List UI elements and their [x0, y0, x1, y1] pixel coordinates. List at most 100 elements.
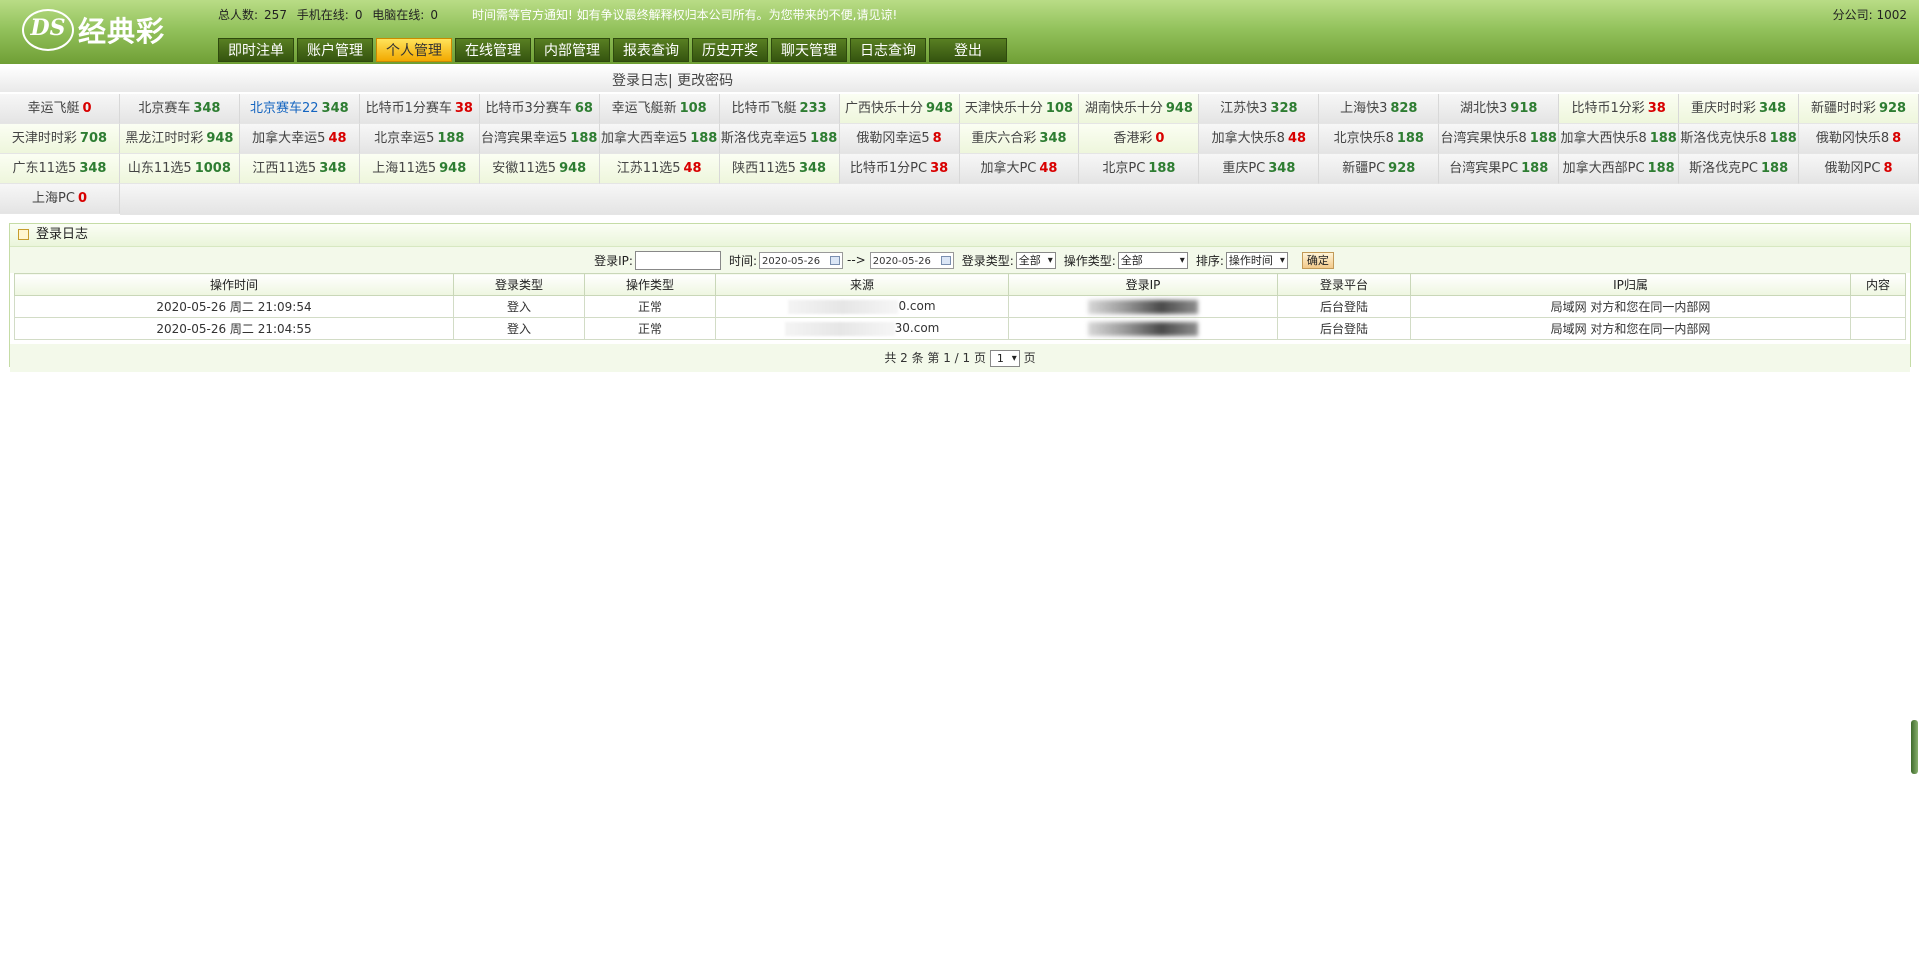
page-select[interactable]: 1 [989, 350, 1020, 367]
lottery-item[interactable]: 俄勒冈快乐8 8 [1799, 124, 1919, 154]
lottery-item[interactable]: 比特币1分PC 38 [839, 154, 960, 184]
lottery-item[interactable]: 北京赛车22 348 [239, 94, 360, 124]
lottery-item[interactable]: 比特币1分赛车 38 [359, 94, 480, 124]
date-from-value: 2020-05-26 [762, 255, 821, 267]
lottery-item[interactable]: 北京快乐8 188 [1319, 124, 1440, 154]
lottery-item[interactable]: 香港彩 0 [1079, 124, 1200, 154]
login-log-link[interactable]: 登录日志 [612, 73, 668, 89]
lottery-item[interactable]: 比特币3分赛车 68 [479, 94, 600, 124]
lottery-item[interactable]: 天津快乐十分 108 [959, 94, 1080, 124]
lottery-item[interactable]: 新疆时时彩 928 [1799, 94, 1919, 124]
confirm-button[interactable]: 确定 [1301, 251, 1334, 269]
lottery-item[interactable]: 陕西11选5 348 [719, 154, 840, 184]
nav-item-9[interactable]: 登出 [929, 38, 1007, 62]
source-suffix: 0.com [898, 299, 936, 314]
nav-item-2[interactable]: 个人管理 [376, 38, 452, 62]
lottery-item[interactable]: 湖南快乐十分 948 [1079, 94, 1200, 124]
change-password-link[interactable]: 更改密码 [677, 73, 733, 89]
lottery-name: 山东11选5 [127, 161, 192, 176]
lottery-name: 北京幸运5 [374, 131, 435, 146]
lottery-item[interactable]: 北京赛车 348 [119, 94, 240, 124]
lottery-item[interactable]: 江苏快3 328 [1199, 94, 1320, 124]
lottery-item[interactable]: 江苏11选5 48 [599, 154, 720, 184]
nav-item-4[interactable]: 内部管理 [534, 38, 610, 62]
lottery-name: 加拿大快乐8 [1211, 131, 1285, 146]
mobile-label: 手机在线: [296, 8, 349, 22]
lottery-count: 928 [1878, 101, 1907, 116]
lottery-item[interactable]: 台湾宾果幸运5 188 [479, 124, 600, 154]
lottery-item[interactable]: 台湾宾果快乐8 188 [1439, 124, 1560, 154]
lottery-name: 幸运飞艇新 [611, 101, 677, 116]
lottery-count: 233 [799, 101, 827, 116]
lottery-item[interactable]: 斯洛伐克PC 188 [1679, 154, 1800, 184]
lottery-name: 广东11选5 [12, 161, 77, 176]
lottery-item[interactable]: 俄勒冈幸运5 8 [839, 124, 960, 154]
date-from-field[interactable]: 2020-05-26 [759, 251, 843, 269]
lottery-name: 天津时时彩 [11, 131, 77, 146]
nav-item-5[interactable]: 报表查询 [613, 38, 689, 62]
table-row: 2020-05-26 周二 21:09:54 登入 正常 0.com 后台登陆 … [14, 295, 1906, 318]
lottery-count: 188 [570, 131, 598, 146]
lottery-item[interactable]: 江西11选5 348 [239, 154, 360, 184]
sort-label: 排序: [1195, 253, 1224, 268]
lottery-item[interactable]: 加拿大快乐8 48 [1199, 124, 1320, 154]
ip-input[interactable] [634, 250, 721, 270]
lottery-item[interactable]: 斯洛伐克幸运5 188 [719, 124, 840, 154]
lottery-item[interactable]: 重庆PC 348 [1199, 154, 1320, 184]
lottery-item[interactable]: 加拿大西幸运5 188 [599, 124, 720, 154]
lottery-item[interactable]: 台湾宾果PC 188 [1439, 154, 1560, 184]
calendar-icon[interactable] [830, 255, 840, 265]
source-suffix: 30.com [894, 321, 940, 336]
lottery-item[interactable]: 湖北快3 918 [1439, 94, 1560, 124]
login-log-table: 操作时间 登录类型 操作类型 来源 登录IP 登录平台 IP归属 内容 2020… [14, 273, 1906, 340]
login-type-select[interactable]: 全部 [1015, 251, 1056, 269]
nav-item-0[interactable]: 即时注单 [218, 38, 294, 62]
lottery-name: 斯洛伐克幸运5 [720, 131, 808, 146]
lottery-item[interactable]: 安徽11选5 948 [479, 154, 600, 184]
lottery-item[interactable]: 广西快乐十分 948 [839, 94, 960, 124]
calendar-icon[interactable] [940, 255, 951, 265]
scrollbar-thumb[interactable] [1911, 720, 1918, 774]
op-type-select[interactable]: 全部 [1117, 251, 1188, 269]
date-to-field[interactable]: 2020-05-26 [869, 251, 954, 269]
lottery-name: 俄勒冈快乐8 [1815, 131, 1890, 146]
nav-item-6[interactable]: 历史开奖 [692, 38, 768, 62]
lottery-item[interactable]: 加拿大PC 48 [959, 154, 1080, 184]
sort-select[interactable]: 操作时间 [1225, 251, 1288, 269]
nav-item-3[interactable]: 在线管理 [455, 38, 531, 62]
lottery-item[interactable]: 加拿大西快乐8 188 [1559, 124, 1680, 154]
lottery-item[interactable]: 上海11选5 948 [359, 154, 480, 184]
lottery-count: 48 [1287, 131, 1307, 146]
lottery-item[interactable]: 幸运飞艇新 108 [599, 94, 720, 124]
lottery-item[interactable]: 比特币1分彩 38 [1559, 94, 1680, 124]
lottery-item[interactable]: 俄勒冈PC 8 [1799, 154, 1919, 184]
lottery-name: 江苏11选5 [616, 161, 681, 176]
pager-suffix: 页 [1023, 351, 1036, 365]
lottery-item[interactable]: 北京幸运5 188 [359, 124, 480, 154]
lottery-item[interactable]: 山东11选5 1008 [119, 154, 240, 184]
lottery-item[interactable]: 新疆PC 928 [1319, 154, 1440, 184]
lottery-name: 台湾宾果幸运5 [481, 131, 568, 146]
logo-text: 经典彩 [78, 15, 166, 48]
lottery-item[interactable]: 加拿大幸运5 48 [239, 124, 360, 154]
lottery-name: 加拿大西幸运5 [600, 131, 688, 146]
lottery-item[interactable]: 比特币飞艇 233 [719, 94, 840, 124]
lottery-item[interactable]: 加拿大西部PC 188 [1559, 154, 1680, 184]
lottery-item[interactable]: 斯洛伐克快乐8 188 [1679, 124, 1800, 154]
lottery-item[interactable]: 幸运飞艇 0 [0, 94, 120, 124]
nav-item-7[interactable]: 聊天管理 [771, 38, 847, 62]
lottery-item[interactable]: 广东11选5 348 [0, 154, 120, 184]
lottery-item[interactable]: 上海PC 0 [0, 184, 120, 214]
nav-item-1[interactable]: 账户管理 [297, 38, 373, 62]
col-ip: 登录IP [1008, 273, 1278, 296]
lottery-item[interactable]: 重庆时时彩 348 [1679, 94, 1800, 124]
lottery-item[interactable]: 重庆六合彩 348 [959, 124, 1080, 154]
cell-content [1850, 317, 1906, 340]
lottery-item[interactable]: 上海快3 828 [1319, 94, 1440, 124]
lottery-count: 108 [1045, 101, 1074, 116]
lottery-item[interactable]: 天津时时彩 708 [0, 124, 120, 154]
col-content: 内容 [1850, 273, 1906, 296]
lottery-item[interactable]: 黑龙江时时彩 948 [119, 124, 240, 154]
lottery-item[interactable]: 北京PC 188 [1079, 154, 1200, 184]
nav-item-8[interactable]: 日志查询 [850, 38, 926, 62]
